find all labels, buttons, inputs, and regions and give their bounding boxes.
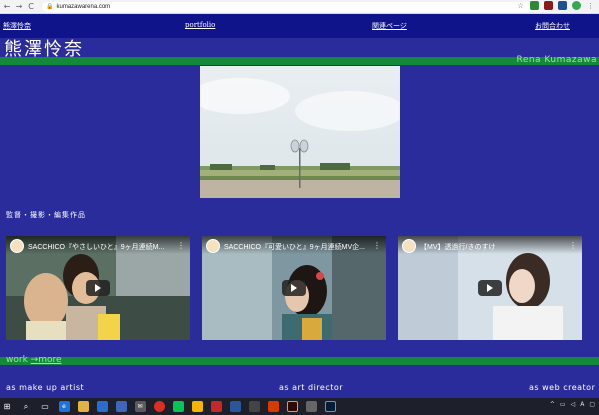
- more-options-icon[interactable]: ⋮: [569, 241, 577, 250]
- play-icon: [291, 284, 297, 292]
- lock-icon: 🔒: [46, 4, 54, 10]
- nav-home-link[interactable]: 熊澤怜奈: [3, 21, 31, 31]
- file-explorer-icon[interactable]: [77, 401, 89, 412]
- section-title: 監督・撮影・編集作品: [6, 211, 86, 219]
- app-icon[interactable]: [115, 401, 127, 412]
- volume-icon[interactable]: ◁: [571, 401, 576, 408]
- windows-taskbar: ⊞ ⌕ ▭ e ✉ ^ ▭ ◁ A ▢: [0, 398, 599, 415]
- address-bar[interactable]: 🔒 kumazawarena.com: [42, 1, 552, 12]
- makeup-artist-link[interactable]: as make up artist: [6, 383, 84, 392]
- nav-contact-link[interactable]: お問合わせ: [535, 21, 570, 31]
- video-embed-3[interactable]: 【MV】透過行/きのすけ ⋮: [398, 236, 582, 340]
- red-extension-icon[interactable]: [544, 1, 553, 10]
- edge-icon[interactable]: e: [58, 401, 70, 412]
- footer-divider: [0, 357, 599, 365]
- back-icon[interactable]: ←: [2, 1, 12, 13]
- more-options-icon[interactable]: ⋮: [177, 241, 185, 250]
- powerpoint-icon[interactable]: [267, 401, 279, 412]
- video-embed-2[interactable]: SACCHICO『可愛いひと』9ヶ月連続MV企... ⋮: [202, 236, 386, 340]
- task-view-icon[interactable]: ▭: [38, 400, 52, 414]
- photoshop-icon[interactable]: [324, 401, 336, 412]
- play-icon: [95, 284, 101, 292]
- illustrator-icon[interactable]: [286, 401, 298, 412]
- word-icon[interactable]: [229, 401, 241, 412]
- art-director-link[interactable]: as art director: [279, 383, 343, 392]
- video-title[interactable]: SACCHICO『可愛いひと』9ヶ月連続MV企...: [224, 242, 372, 252]
- channel-avatar[interactable]: [402, 239, 416, 253]
- video-title[interactable]: SACCHICO『やさしいひと』9ヶ月連続M...: [28, 242, 176, 252]
- system-tray: ^ ▭ ◁ A ▢: [550, 401, 595, 408]
- blue-extension-icon[interactable]: [558, 1, 567, 10]
- nav-related-link[interactable]: 関連ページ: [372, 21, 407, 31]
- bookmark-star-icon[interactable]: ☆: [516, 1, 525, 10]
- web-creator-link[interactable]: as web creator: [529, 383, 595, 392]
- chrome-icon[interactable]: [153, 401, 165, 412]
- video-embed-1[interactable]: SACCHICO『やさしいひと』9ヶ月連続M... ⋮: [6, 236, 190, 340]
- reload-icon[interactable]: C: [26, 1, 36, 13]
- play-button[interactable]: [86, 280, 110, 296]
- notification-icon[interactable]: ▢: [589, 401, 595, 408]
- header-divider: [0, 57, 599, 65]
- nav-portfolio-link[interactable]: portfolio: [185, 21, 215, 29]
- url-text: kumazawarena.com: [56, 3, 111, 10]
- channel-avatar[interactable]: [206, 239, 220, 253]
- browser-toolbar: ← → C 🔒 kumazawarena.com ☆ ⋮: [0, 0, 599, 14]
- line-icon[interactable]: [172, 401, 184, 412]
- app-icon[interactable]: [191, 401, 203, 412]
- romanized-name: Rena Kumazawa: [516, 55, 597, 65]
- play-button[interactable]: [478, 280, 502, 296]
- shield-extension-icon[interactable]: [530, 1, 539, 10]
- app-icon[interactable]: [305, 401, 317, 412]
- profile-avatar[interactable]: [572, 1, 581, 10]
- search-icon[interactable]: ⌕: [19, 400, 33, 414]
- hero-photo: [200, 66, 400, 198]
- network-icon[interactable]: ▭: [560, 401, 566, 408]
- menu-kebab-icon[interactable]: ⋮: [586, 1, 595, 10]
- video-title[interactable]: 【MV】透過行/きのすけ: [420, 242, 568, 252]
- ime-icon[interactable]: A: [580, 401, 584, 408]
- play-button[interactable]: [282, 280, 306, 296]
- forward-icon[interactable]: →: [14, 1, 24, 13]
- tray-up-arrow-icon[interactable]: ^: [550, 401, 555, 408]
- work-more-link[interactable]: work →more: [6, 355, 62, 365]
- mail-icon[interactable]: ✉: [134, 401, 146, 412]
- store-icon[interactable]: [96, 401, 108, 412]
- channel-avatar[interactable]: [10, 239, 24, 253]
- site-header: 熊澤怜奈 portfolio 関連ページ お問合わせ: [0, 14, 599, 38]
- windows-start-icon[interactable]: ⊞: [0, 400, 14, 414]
- more-options-icon[interactable]: ⋮: [373, 241, 381, 250]
- work-label: work: [6, 355, 28, 365]
- more-link[interactable]: →more: [31, 355, 62, 365]
- app-icon[interactable]: [210, 401, 222, 412]
- play-icon: [487, 284, 493, 292]
- browser-extensions: ☆ ⋮: [516, 1, 595, 10]
- app-icon[interactable]: [248, 401, 260, 412]
